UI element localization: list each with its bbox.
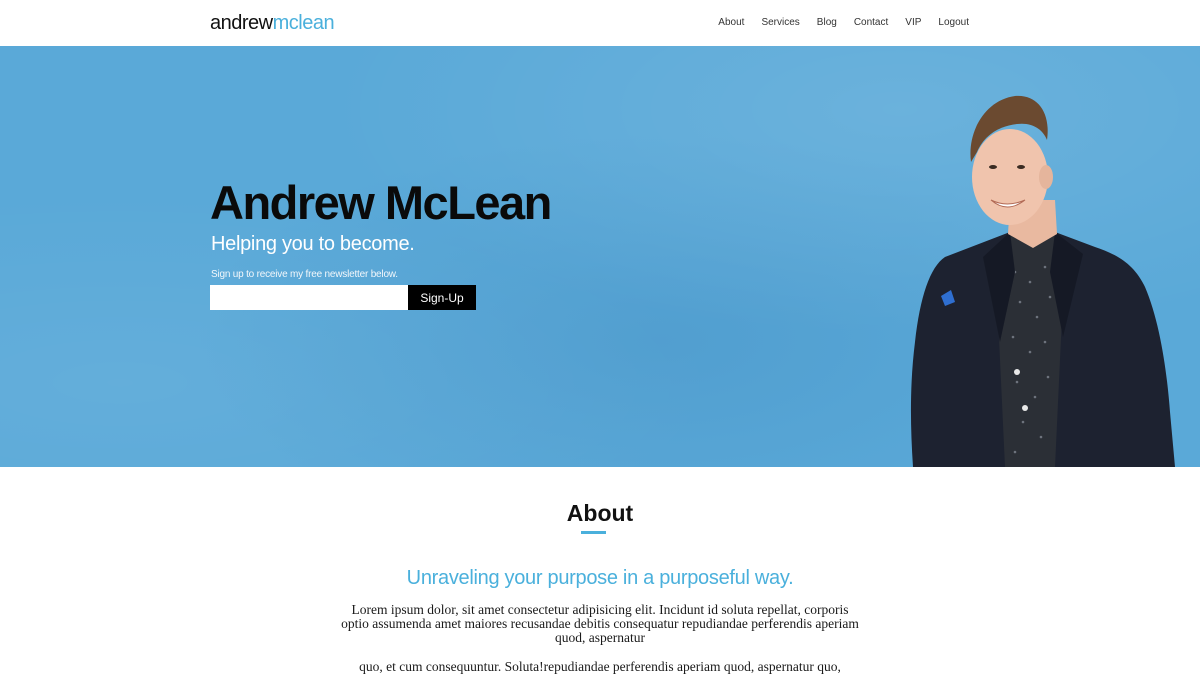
nav-link-contact[interactable]: Contact [854,16,888,30]
about-heading-underline [581,531,606,534]
about-paragraph-2: quo, et cum consequuntur. Soluta!repudia… [359,659,841,674]
newsletter-email-input[interactable] [210,285,408,310]
nav-link-blog[interactable]: Blog [817,16,837,30]
portrait-photo [910,95,1175,467]
nav-link-vip[interactable]: VIP [905,16,921,30]
hero-section: Andrew McLean Helping you to become. Sig… [0,46,1200,467]
nav-link-about[interactable]: About [718,16,744,30]
site-logo[interactable]: andrewmclean [210,10,335,36]
nav-link-services[interactable]: Services [761,16,799,30]
logo-first-word: andrew [210,12,273,34]
about-heading: About [566,500,634,526]
hero-subtitle: Helping you to become. [211,233,415,255]
signup-button[interactable]: Sign-Up [408,285,476,310]
main-nav: About Services Blog Contact VIP Logout [701,16,969,30]
newsletter-note: Sign up to receive my free newsletter be… [211,269,398,280]
hero-title: Andrew McLean [210,176,552,229]
logo-second-word: mclean [272,12,335,34]
about-tagline: Unraveling your purpose in a purposeful … [406,567,794,589]
site-header: andrewmclean About Services Blog Contact… [0,0,1200,46]
nav-link-logout[interactable]: Logout [938,16,969,30]
about-paragraph-1: Lorem ipsum dolor, sit amet consectetur … [341,602,859,645]
